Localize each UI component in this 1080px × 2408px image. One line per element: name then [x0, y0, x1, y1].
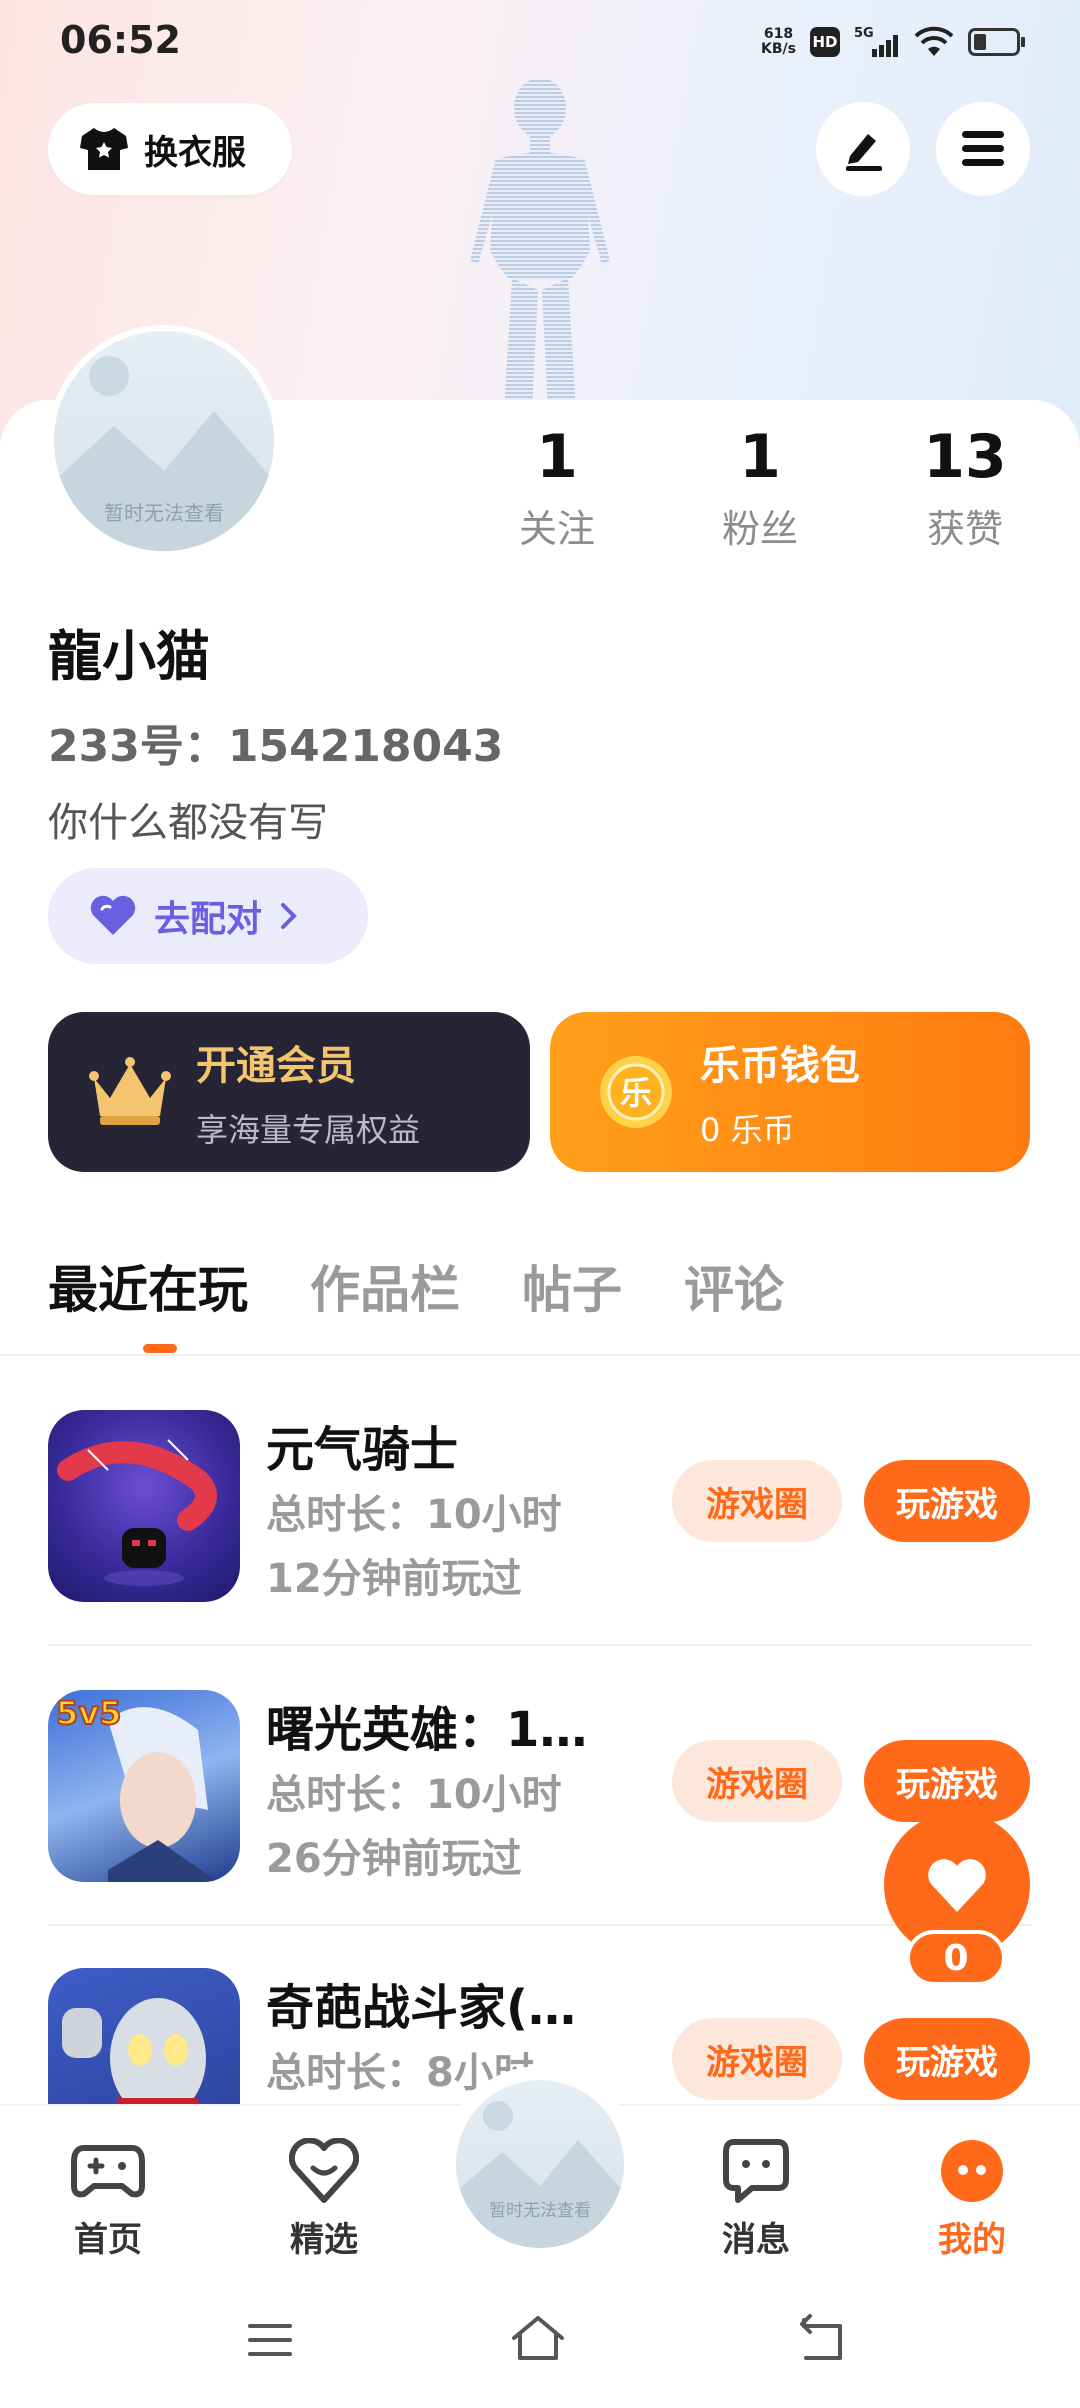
like-count-badge: 0: [906, 1930, 1006, 1986]
following-label: 关注: [518, 507, 595, 551]
avatar-figure: [470, 80, 610, 410]
tab-posts[interactable]: 帖子: [522, 1250, 622, 1322]
gamepad-icon: [68, 2136, 148, 2206]
game-last-played: 26分钟前玩过: [266, 1836, 522, 1882]
profile-face-icon: [932, 2136, 1012, 2206]
followers-stat[interactable]: 1 粉丝: [675, 422, 845, 553]
menu-icon: [962, 131, 1004, 166]
tab-comments[interactable]: 评论: [684, 1250, 784, 1322]
nav-item-messages[interactable]: 消息: [686, 2136, 826, 2261]
shirt-icon: [80, 128, 128, 170]
game-circle-button[interactable]: 游戏圈: [672, 1740, 842, 1822]
hd-icon: HD: [810, 27, 840, 57]
heart-icon: [90, 895, 136, 935]
vip-text: 开通会员 享海量专属权益: [196, 1033, 420, 1151]
followers-label: 粉丝: [721, 507, 798, 551]
status-icons: 618 KB/s HD 5G: [761, 22, 1025, 62]
user-bio[interactable]: 你什么都没有写: [48, 790, 328, 848]
pair-button[interactable]: 去配对: [48, 868, 368, 964]
heart-icon: [928, 1859, 986, 1912]
menu-button[interactable]: [936, 102, 1030, 196]
nav-item-featured[interactable]: 精选: [254, 2136, 394, 2261]
change-outfit-button[interactable]: 换衣服: [48, 103, 292, 195]
game-circle-button[interactable]: 游戏圈: [672, 1460, 842, 1542]
center-avatar-button[interactable]: 暂时无法查看: [456, 2080, 624, 2248]
profile-avatar[interactable]: 暂时无法查看: [48, 325, 280, 557]
game-circle-button[interactable]: 游戏圈: [672, 2018, 842, 2100]
message-icon: [716, 2136, 796, 2206]
status-time: 06:52: [60, 18, 181, 62]
chevron-right-icon: [281, 903, 297, 929]
likes-stat[interactable]: 13 获赞: [880, 422, 1050, 553]
vip-card[interactable]: 开通会员 享海量专属权益: [48, 1012, 530, 1172]
wallet-balance: 0 乐币: [700, 1111, 795, 1149]
wallet-card[interactable]: 乐 乐币钱包 0 乐币: [550, 1012, 1030, 1172]
avatar-placeholder-text: 暂时无法查看: [104, 501, 224, 525]
tab-recent[interactable]: 最近在玩: [48, 1250, 248, 1322]
home-icon[interactable]: [508, 2314, 568, 2364]
center-avatar-placeholder-text: 暂时无法查看: [489, 2201, 591, 2221]
net-speed: 618 KB/s: [761, 26, 796, 57]
battery-icon: [968, 28, 1025, 56]
profile-tabs: 最近在玩 作品栏 帖子 评论: [48, 1250, 784, 1322]
svg-text:5v5: 5v5: [56, 1694, 121, 1732]
crown-icon: [89, 1057, 171, 1125]
game-name: 曙光英雄：1…: [266, 1702, 588, 1758]
wifi-icon: [914, 26, 954, 56]
row-divider: [48, 1924, 1032, 1926]
play-game-button[interactable]: 玩游戏: [864, 1740, 1030, 1822]
game-row[interactable]: 元气骑士 总时长：10小时 12分钟前玩过 游戏圈 玩游戏: [48, 1410, 1032, 1650]
recent-apps-icon[interactable]: [246, 2320, 294, 2360]
nav-label-me: 我的: [938, 2220, 1006, 2260]
status-bar: 06:52 618 KB/s HD 5G: [0, 0, 1080, 80]
tab-works[interactable]: 作品栏: [310, 1250, 460, 1322]
wallet-text: 乐币钱包 0 乐币: [700, 1033, 860, 1151]
game-duration: 总时长：10小时: [266, 1492, 562, 1538]
game-icon-odd-fighter: [48, 1968, 240, 2104]
play-game-button[interactable]: 玩游戏: [864, 1460, 1030, 1542]
edit-icon: [846, 134, 882, 171]
game-name: 奇葩战斗家(…: [266, 1980, 576, 2036]
likes-label: 获赞: [926, 507, 1003, 551]
vip-subtitle: 享海量专属权益: [196, 1111, 421, 1149]
following-stat[interactable]: 1 关注: [472, 422, 642, 553]
game-last-played: 12分钟前玩过: [266, 1556, 522, 1602]
change-outfit-label: 换衣服: [144, 132, 246, 173]
nav-label-messages: 消息: [722, 2220, 790, 2260]
row-divider: [48, 1644, 1032, 1646]
svg-text:5G: 5G: [854, 26, 874, 41]
pair-label: 去配对: [154, 899, 263, 940]
game-duration: 总时长：10小时: [266, 1772, 562, 1818]
following-count: 1: [536, 422, 578, 492]
user-id: 233号：154218043: [48, 721, 504, 772]
game-icon-soul-knight: [48, 1410, 240, 1602]
back-icon[interactable]: [796, 2314, 848, 2364]
nav-label-featured: 精选: [290, 2220, 358, 2260]
nav-label-home: 首页: [74, 2220, 142, 2260]
likes-count: 13: [923, 422, 1007, 492]
game-name: 元气骑士: [266, 1422, 459, 1478]
nav-item-home[interactable]: 首页: [38, 2136, 178, 2261]
tabs-divider: [0, 1354, 1080, 1356]
wallet-title: 乐币钱包: [700, 1043, 860, 1089]
game-icon-dawn-hero: 5v5: [48, 1690, 240, 1882]
username: 龍小猫: [48, 625, 210, 688]
coin-icon: 乐: [600, 1056, 672, 1128]
heart-chat-icon: [284, 2136, 364, 2206]
followers-count: 1: [739, 422, 781, 492]
system-nav-bar: [0, 2284, 1080, 2408]
svg-text:乐: 乐: [620, 1074, 652, 1112]
image-placeholder-icon: [456, 2101, 624, 2248]
vip-title: 开通会员: [196, 1043, 356, 1089]
play-game-button[interactable]: 玩游戏: [864, 2018, 1030, 2100]
signal-icon: 5G: [854, 26, 898, 57]
tab-indicator: [143, 1344, 177, 1353]
edit-profile-button[interactable]: [816, 102, 910, 196]
nav-item-me[interactable]: 我的: [902, 2136, 1042, 2261]
